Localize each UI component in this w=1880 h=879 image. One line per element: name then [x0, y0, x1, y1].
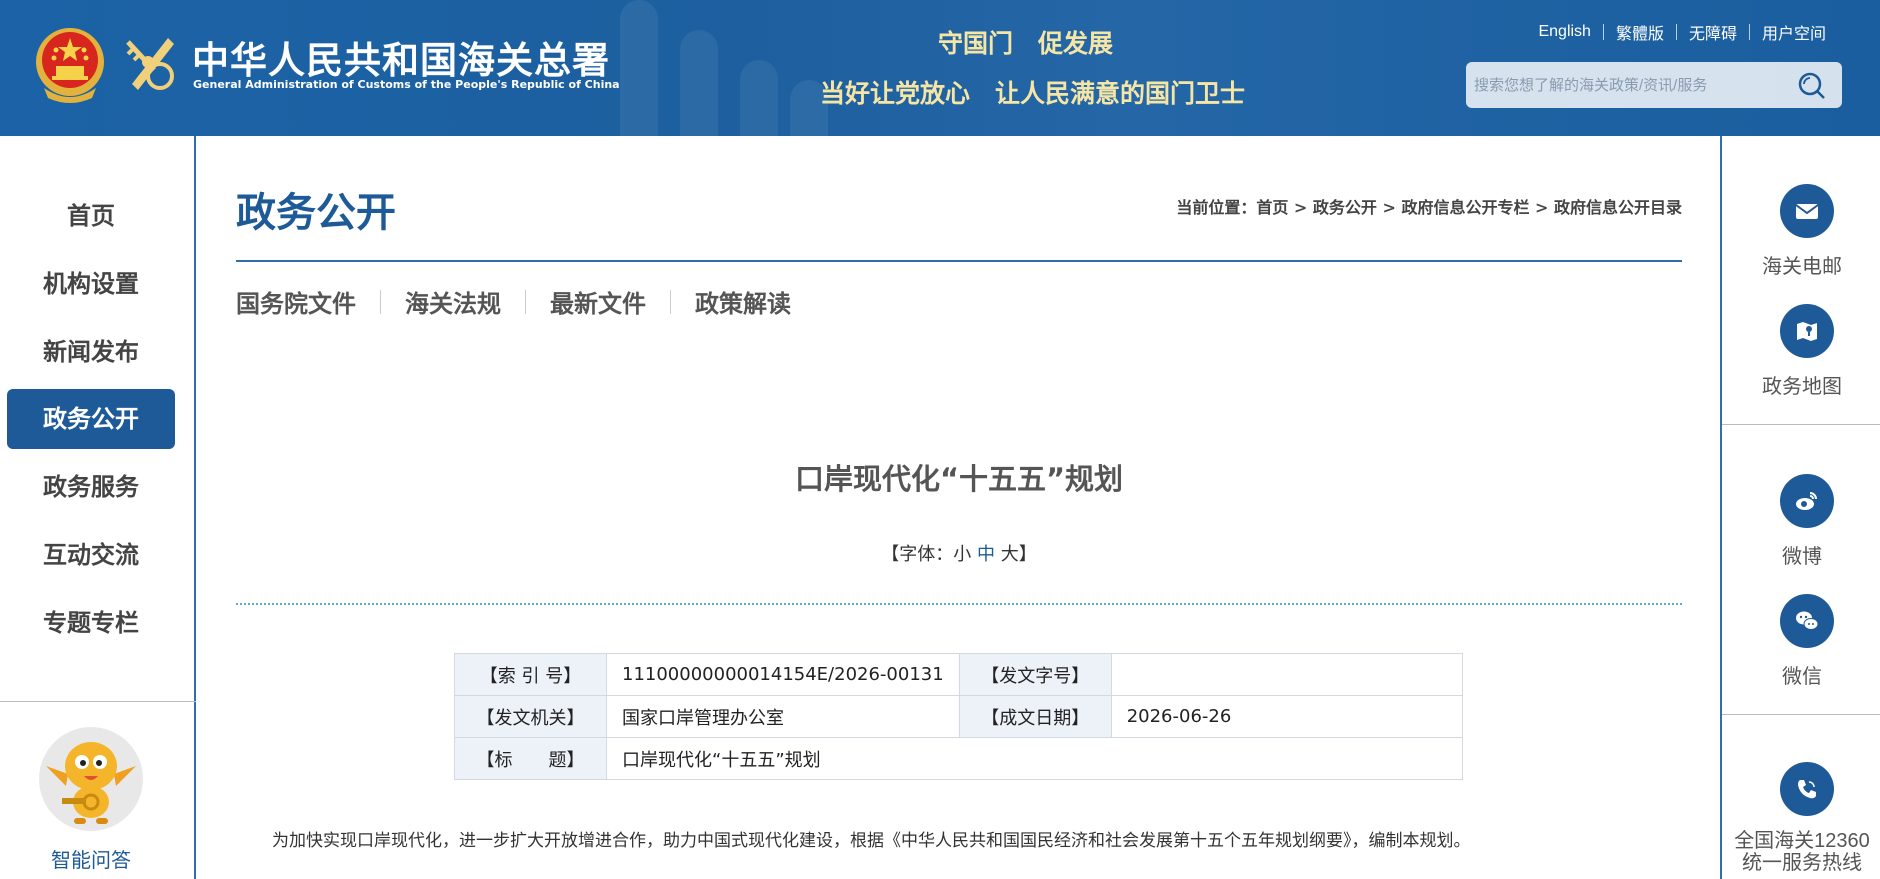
quick-links-divider	[1722, 714, 1880, 715]
font-size-large[interactable]: 大	[1001, 544, 1019, 565]
weibo-button[interactable]	[1780, 474, 1834, 528]
assistant-mascot-icon[interactable]	[38, 726, 144, 832]
font-size-selector: 【字体：小 中 大】	[236, 540, 1682, 566]
map-icon	[1797, 322, 1817, 341]
font-size-suffix: 】	[1018, 544, 1037, 565]
header-bg-decoration	[680, 30, 718, 136]
customs-emblem-icon[interactable]	[118, 32, 180, 98]
table-row: 【标 题】 口岸现代化“十五五”规划	[454, 737, 1463, 780]
nav-divider	[0, 701, 196, 702]
issuing-authority-value: 国家口岸管理办公室	[606, 695, 960, 738]
dotted-divider	[236, 603, 1682, 605]
user-space-link[interactable]: 用户空间	[1750, 20, 1838, 44]
font-size-medium[interactable]: 中	[977, 544, 995, 565]
mail-icon	[1795, 204, 1819, 219]
phone-icon	[1798, 780, 1816, 799]
issuing-authority-label: 【发文机关】	[454, 695, 607, 738]
wechat-button[interactable]	[1780, 594, 1834, 648]
map-label[interactable]: 政务地图	[1722, 370, 1880, 399]
title-divider	[236, 260, 1682, 262]
header-bg-decoration	[620, 0, 658, 136]
wechat-icon	[1796, 611, 1819, 630]
email-button[interactable]	[1780, 184, 1834, 238]
title-label: 【标 题】	[454, 737, 607, 780]
document-paragraph: 为加快实现口岸现代化，进一步扩大开放增进合作，助力中国式现代化建设，根据《中华人…	[272, 831, 1471, 851]
table-row: 【索 引 号】 11100000000014154E/2026-00131 【发…	[454, 653, 1464, 696]
sub-tabs: 国务院文件 海关法规 最新文件 政策解读	[236, 284, 815, 319]
email-label[interactable]: 海关电邮	[1722, 250, 1880, 279]
breadcrumb[interactable]: 当前位置：首页 > 政务公开 > 政府信息公开专栏 > 政府信息公开目录	[1176, 194, 1682, 218]
document-title: 口岸现代化“十五五”规划	[794, 462, 1124, 496]
hotline-line-2: 统一服务热线	[1742, 852, 1862, 874]
slogan-line-2: 当好让党放心 让人民满意的国门卫士	[820, 79, 1246, 108]
nav-item-organization[interactable]: 机构设置	[7, 254, 175, 314]
nav-item-government-affairs[interactable]: 政务公开	[7, 389, 175, 449]
search-box	[1466, 62, 1842, 108]
tab-policy-interpretation[interactable]: 政策解读	[671, 284, 815, 319]
hotline-line-1: 全国海关12360	[1734, 830, 1870, 852]
hotline-button[interactable]	[1780, 762, 1834, 816]
index-number-label: 【索 引 号】	[454, 653, 607, 696]
traditional-chinese-link[interactable]: 繁體版	[1604, 20, 1676, 44]
accessibility-link[interactable]: 无障碍	[1677, 20, 1749, 44]
tab-state-council-documents[interactable]: 国务院文件	[236, 284, 380, 319]
top-links: English 繁體版 无障碍 用户空间	[1526, 20, 1838, 44]
national-emblem-icon[interactable]	[34, 26, 106, 104]
nav-item-special-topics[interactable]: 专题专栏	[7, 593, 175, 653]
slogan-line-1: 守国门 促发展	[938, 29, 1114, 58]
tab-customs-regulations[interactable]: 海关法规	[381, 284, 525, 319]
weibo-label[interactable]: 微博	[1722, 540, 1880, 569]
nav-item-home[interactable]: 首页	[7, 186, 175, 246]
site-logo-title[interactable]: 中华人民共和国海关总署	[192, 30, 610, 84]
date-label: 【成文日期】	[958, 695, 1112, 738]
font-size-prefix: 【字体：	[881, 544, 954, 565]
nav-item-interaction[interactable]: 互动交流	[7, 525, 175, 585]
site-header: 中华人民共和国海关总署 General Administration of Cu…	[0, 0, 1880, 136]
right-quick-links: 海关电邮 政务地图 微博 微信 全国海关12360 统一服务热线	[1720, 136, 1880, 879]
document-info-table: 【索 引 号】 11100000000014154E/2026-00131 【发…	[454, 653, 1464, 780]
date-value: 2026-06-26	[1110, 695, 1464, 738]
quick-links-divider	[1722, 424, 1880, 425]
document-number-label: 【发文字号】	[958, 653, 1112, 696]
section-title: 政务公开	[236, 189, 396, 236]
header-bg-decoration	[740, 60, 778, 136]
font-size-small[interactable]: 小	[953, 544, 971, 565]
english-link[interactable]: English	[1526, 23, 1602, 41]
search-input[interactable]	[1474, 71, 1774, 99]
assistant-label[interactable]: 智能问答	[0, 844, 182, 873]
search-icon[interactable]	[1796, 70, 1826, 100]
nav-item-news[interactable]: 新闻发布	[7, 322, 175, 382]
document-number-value	[1110, 653, 1464, 696]
wechat-label[interactable]: 微信	[1722, 660, 1880, 689]
hotline-label[interactable]: 全国海关12360 统一服务热线	[1722, 830, 1880, 874]
title-value: 口岸现代化“十五五”规划	[606, 737, 1463, 780]
site-logo-subtitle[interactable]: General Administration of Customs of the…	[193, 78, 620, 91]
tab-latest-documents[interactable]: 最新文件	[526, 284, 670, 319]
left-navigation: 首页 机构设置 新闻发布 政务公开 政务服务 互动交流 专题专栏 智能问答	[0, 136, 196, 879]
table-row: 【发文机关】 国家口岸管理办公室 【成文日期】 2026-06-26	[454, 695, 1464, 738]
index-number-value: 11100000000014154E/2026-00131	[606, 653, 960, 696]
weibo-icon	[1796, 492, 1817, 510]
nav-item-services[interactable]: 政务服务	[7, 457, 175, 517]
map-button[interactable]	[1780, 304, 1834, 358]
